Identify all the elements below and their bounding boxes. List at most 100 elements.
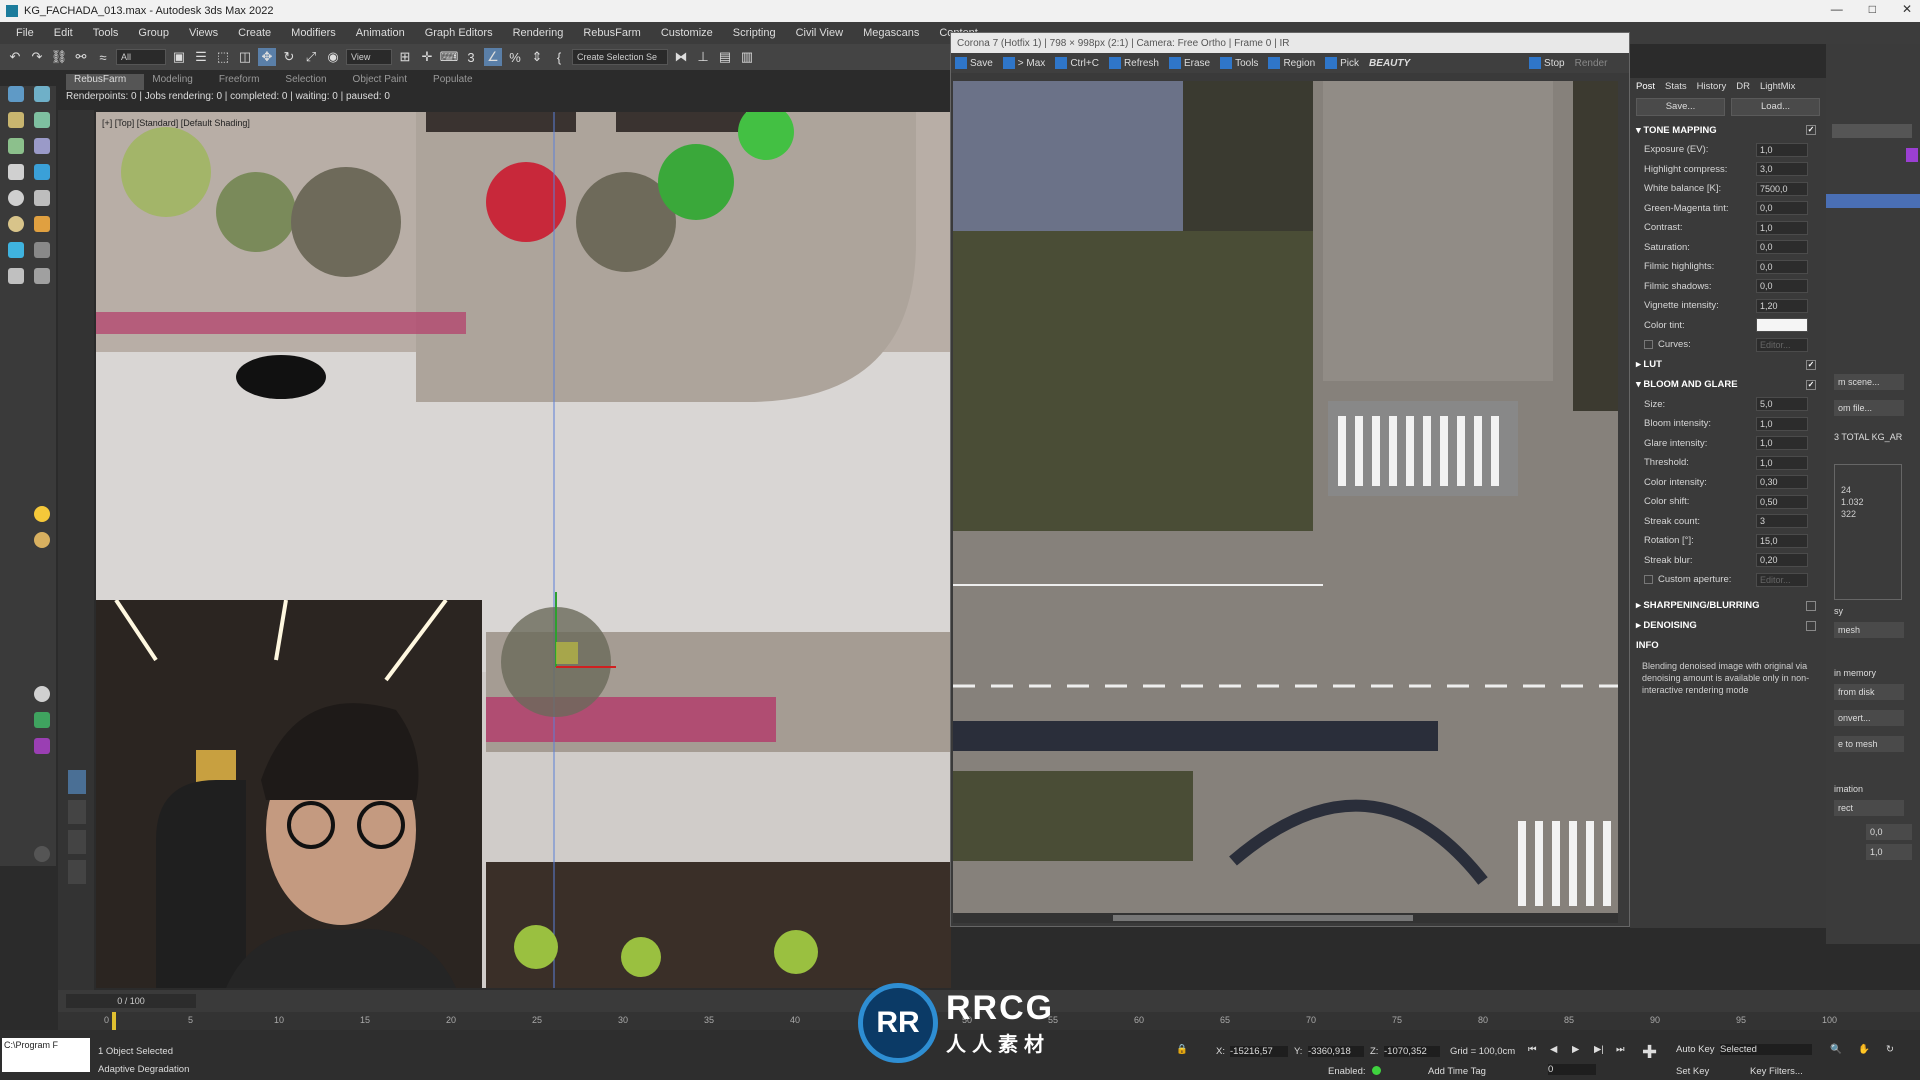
viewport-label[interactable]: [+] [Top] [Standard] [Default Shading] xyxy=(102,118,250,128)
aperture-editor-button[interactable]: Editor... xyxy=(1756,572,1808,587)
streak-blur-field[interactable]: 0,20 xyxy=(1756,553,1808,568)
bloom-glare-checkbox[interactable]: ✓ xyxy=(1806,379,1816,390)
maxscript-listener[interactable]: C:\Program F xyxy=(2,1038,90,1072)
highlight-compress-field[interactable]: 3,0 xyxy=(1756,162,1808,177)
spacewarps-icon[interactable] xyxy=(34,138,50,154)
menu-graph-editors[interactable]: Graph Editors xyxy=(417,27,505,39)
pyramid-icon[interactable] xyxy=(34,268,50,284)
link-icon[interactable]: ⛓ xyxy=(50,48,68,66)
tone-mapping-checkbox[interactable]: ✓ xyxy=(1806,125,1816,135)
time-cursor[interactable] xyxy=(112,1012,116,1030)
vfb-region-button[interactable]: Region xyxy=(1268,57,1315,69)
goto-start-icon[interactable]: ⏮ xyxy=(1528,1044,1537,1055)
command-color-swatch[interactable] xyxy=(1906,148,1918,162)
spinner-snap-icon[interactable]: ⇕ xyxy=(528,48,546,66)
named-selection-dropdown[interactable]: Create Selection Se xyxy=(572,49,668,65)
contrast-field[interactable]: 1,0 xyxy=(1756,220,1808,235)
menu-rendering[interactable]: Rendering xyxy=(505,27,576,39)
denoising-section[interactable]: ▸ DENOISING xyxy=(1630,616,1826,636)
key-filters-button[interactable]: Key Filters... xyxy=(1750,1066,1803,1077)
rect-selection-icon[interactable]: ⬚ xyxy=(214,48,232,66)
render-setup-icon[interactable] xyxy=(34,686,50,702)
layout-tab-3[interactable] xyxy=(68,830,86,854)
color-intensity-field[interactable]: 0,30 xyxy=(1756,475,1808,490)
enabled-toggle[interactable] xyxy=(1372,1066,1381,1075)
lock-icon[interactable]: 🔒 xyxy=(1176,1044,1188,1055)
vfb-horizontal-scrollbar[interactable] xyxy=(953,913,1618,923)
tab-selection[interactable]: Selection xyxy=(277,74,344,90)
layout-tab-4[interactable] xyxy=(68,860,86,884)
green-magenta-field[interactable]: 0,0 xyxy=(1756,201,1808,216)
selection-filter-dropdown[interactable]: All xyxy=(116,49,166,65)
convert-button[interactable]: onvert... xyxy=(1834,710,1904,726)
next-frame-icon[interactable]: ▶| xyxy=(1594,1044,1604,1055)
create-cameras-icon[interactable] xyxy=(34,112,50,128)
convert-to-mesh-button[interactable]: e to mesh xyxy=(1834,736,1904,752)
set-key-button[interactable]: Set Key xyxy=(1676,1066,1709,1077)
vfb-stop-button[interactable]: Stop xyxy=(1529,57,1565,69)
create-geometry-icon[interactable] xyxy=(8,86,24,102)
auto-key-button[interactable]: Auto Key xyxy=(1676,1044,1715,1055)
menu-rebusfarm[interactable]: RebusFarm xyxy=(575,27,652,39)
close-icon[interactable]: ✕ xyxy=(1902,2,1912,16)
add-time-tag[interactable]: Add Time Tag xyxy=(1428,1066,1486,1077)
z-field[interactable]: -1070,352 xyxy=(1384,1046,1440,1057)
zoom-icon[interactable]: 🔍 xyxy=(1830,1044,1842,1055)
menu-edit[interactable]: Edit xyxy=(46,27,85,39)
angle-snap-icon[interactable]: ∠ xyxy=(484,48,502,66)
color-tint-swatch[interactable] xyxy=(1756,318,1808,333)
rotate-icon[interactable]: ↻ xyxy=(280,48,298,66)
snaps-toggle-icon[interactable]: 3 xyxy=(462,48,480,66)
curves-checkbox[interactable] xyxy=(1644,340,1653,350)
help-icon[interactable] xyxy=(34,846,50,862)
tone-mapping-section[interactable]: ▾ TONE MAPPING ✓ xyxy=(1630,120,1826,140)
bloom-intensity-field[interactable]: 1,0 xyxy=(1756,416,1808,431)
selected-dropdown[interactable]: Selected xyxy=(1720,1044,1812,1055)
scale-icon[interactable]: ⤢ xyxy=(302,48,320,66)
orbit-icon[interactable]: ↻ xyxy=(1886,1044,1894,1055)
play-icon[interactable]: ▶ xyxy=(1572,1044,1579,1055)
tab-rebusfarm[interactable]: RebusFarm xyxy=(66,74,145,90)
cylinder-icon[interactable] xyxy=(34,190,50,206)
create-helpers-icon[interactable] xyxy=(8,138,24,154)
tab-freeform[interactable]: Freeform xyxy=(211,74,278,90)
from-disk-button[interactable]: from disk xyxy=(1834,684,1904,700)
vfb-pick-button[interactable]: Pick xyxy=(1325,57,1359,69)
select-manipulate-icon[interactable]: ✛ xyxy=(418,48,436,66)
vfb-max-button[interactable]: > Max xyxy=(1002,57,1045,69)
place-icon[interactable]: ◉ xyxy=(324,48,342,66)
animation-mode-dropdown[interactable]: rect xyxy=(1834,800,1904,816)
set-key-icon[interactable]: ✚ xyxy=(1642,1042,1657,1063)
align-icon[interactable]: ⊥ xyxy=(694,48,712,66)
material-editor-icon[interactable] xyxy=(34,712,50,728)
tab-object-paint[interactable]: Object Paint xyxy=(345,74,425,90)
filmic-highlights-field[interactable]: 0,0 xyxy=(1756,259,1808,274)
menu-group[interactable]: Group xyxy=(130,27,181,39)
select-by-name-icon[interactable]: ☰ xyxy=(192,48,210,66)
tab-populate[interactable]: Populate xyxy=(425,74,490,90)
tab-history[interactable]: History xyxy=(1697,81,1727,92)
vfb-refresh-button[interactable]: Refresh xyxy=(1108,57,1159,69)
white-balance-field[interactable]: 7500,0 xyxy=(1756,181,1808,196)
undo-icon[interactable]: ↶ xyxy=(6,48,24,66)
mirror-icon[interactable]: ⧓ xyxy=(672,48,690,66)
scrollbar-thumb[interactable] xyxy=(1113,915,1413,921)
saturation-field[interactable]: 0,0 xyxy=(1756,240,1808,255)
layer-explorer-icon[interactable]: ▤ xyxy=(716,48,734,66)
menu-scripting[interactable]: Scripting xyxy=(725,27,788,39)
post-save-button[interactable]: Save... xyxy=(1636,98,1725,116)
y-field[interactable]: -3360,918 xyxy=(1308,1046,1364,1057)
create-shapes-icon[interactable] xyxy=(34,86,50,102)
vfb-render-button[interactable]: Render xyxy=(1575,58,1608,69)
box-icon[interactable] xyxy=(34,242,50,258)
unlink-icon[interactable]: ⚯ xyxy=(72,48,90,66)
command-list-highlight[interactable] xyxy=(1826,194,1920,208)
rotation-field[interactable]: 15,0 xyxy=(1756,533,1808,548)
menu-civil-view[interactable]: Civil View xyxy=(788,27,855,39)
percent-snap-icon[interactable]: % xyxy=(506,48,524,66)
menu-animation[interactable]: Animation xyxy=(348,27,417,39)
speed-field[interactable]: 1,0 xyxy=(1866,844,1912,860)
tab-dr[interactable]: DR xyxy=(1736,81,1750,92)
scene-explorer-icon[interactable] xyxy=(34,738,50,754)
tab-lightmix[interactable]: LightMix xyxy=(1760,81,1795,92)
